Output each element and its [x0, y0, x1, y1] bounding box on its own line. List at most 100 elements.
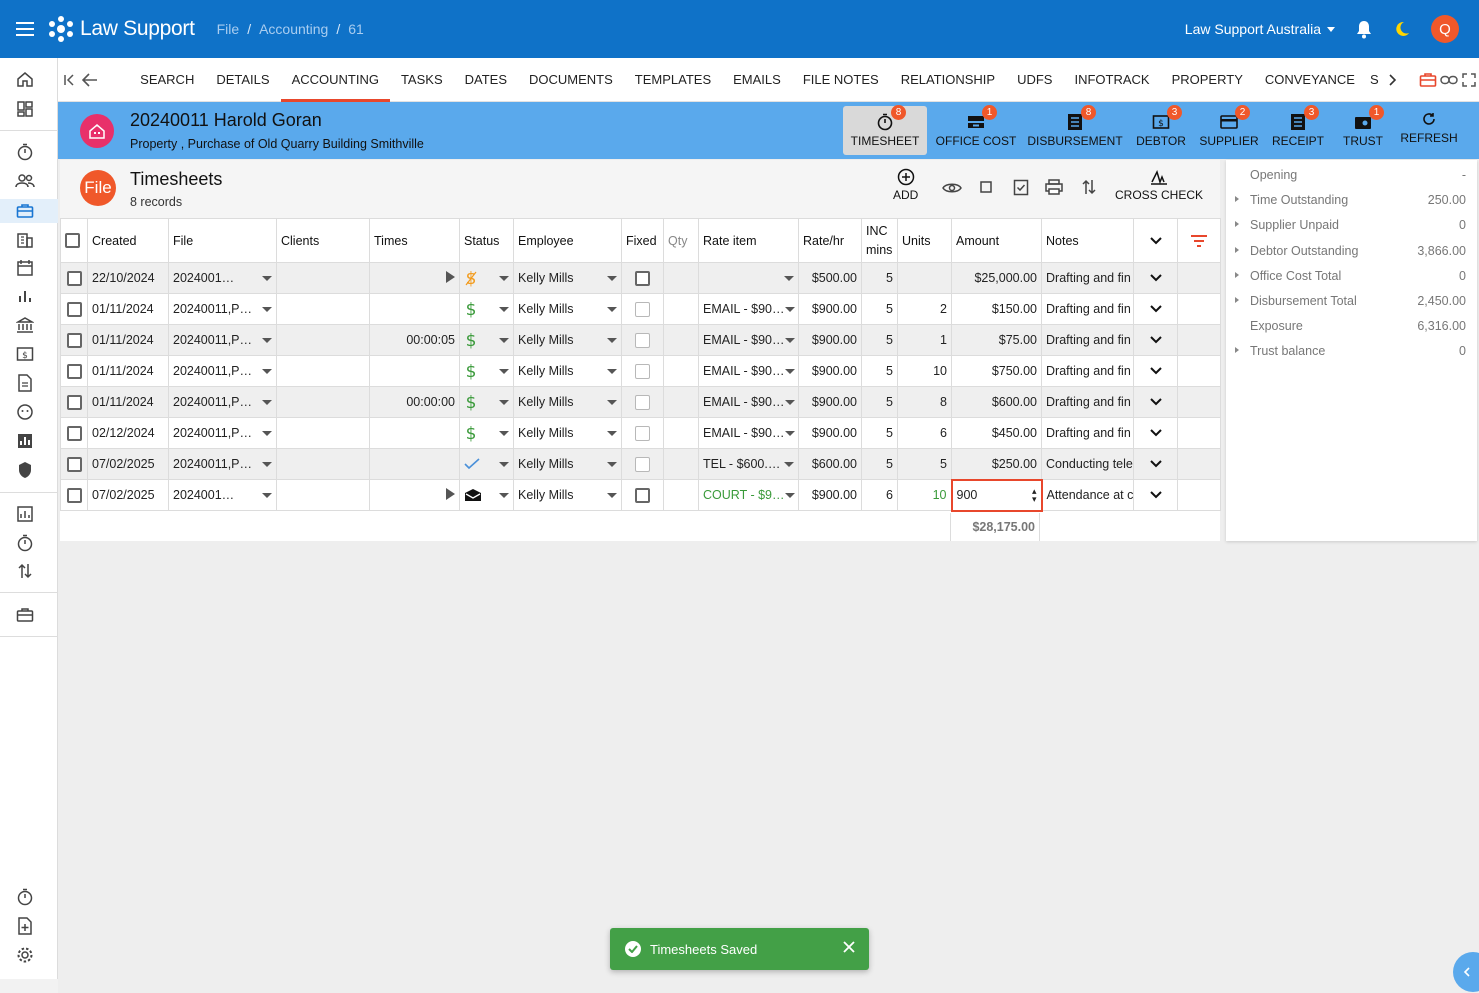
cell-inc-mins[interactable]: 5 — [861, 324, 898, 356]
toolbox-red-icon[interactable] — [1418, 58, 1438, 102]
eye-icon[interactable] — [942, 181, 962, 195]
dropdown-caret-icon[interactable] — [607, 492, 617, 498]
cell-rate-item[interactable]: EMAIL - $90… — [698, 355, 799, 387]
col-times[interactable]: Times — [369, 218, 460, 263]
cell-rate-hr[interactable]: $900.00 — [798, 324, 862, 356]
office-cost-button[interactable]: 1 OFFICE COST — [934, 105, 1018, 155]
cell-amount[interactable]: $750.00 — [951, 355, 1042, 387]
cell-times[interactable] — [369, 417, 460, 449]
cell-rate-hr[interactable]: $900.00 — [798, 479, 862, 511]
cell-times[interactable]: 00:00:05 — [369, 324, 460, 356]
dropdown-caret-icon[interactable] — [499, 430, 509, 436]
face-icon[interactable] — [15, 402, 35, 422]
dropdown-caret-icon[interactable] — [784, 337, 795, 343]
fixed-checkbox[interactable] — [621, 324, 664, 356]
cell-inc-mins[interactable]: 5 — [861, 448, 898, 480]
cell-status[interactable]: $ — [459, 355, 514, 387]
dropdown-caret-icon[interactable] — [499, 275, 509, 281]
cell-units[interactable]: 10 — [897, 479, 952, 511]
cell-qty[interactable] — [663, 386, 699, 418]
briefcase-icon[interactable] — [15, 201, 35, 221]
bar-chart-icon[interactable] — [15, 286, 35, 306]
cell-rate-hr[interactable]: $900.00 — [798, 293, 862, 325]
cell-times[interactable] — [369, 262, 460, 294]
fixed-checkbox[interactable] — [621, 448, 664, 480]
cell-employee[interactable]: Kelly Mills — [513, 417, 622, 449]
row-checkbox[interactable] — [60, 479, 88, 511]
cell-status[interactable]: $ — [459, 417, 514, 449]
menu-icon[interactable] — [0, 0, 50, 58]
tab-accounting[interactable]: ACCOUNTING — [280, 58, 391, 102]
cell-rate-item[interactable]: EMAIL - $90… — [698, 293, 799, 325]
cell-rate-item[interactable]: COURT - $9… — [698, 479, 799, 511]
tab-details[interactable]: DETAILS — [205, 58, 280, 102]
col-status[interactable]: Status — [459, 218, 514, 263]
cell-created[interactable]: 07/02/2025 — [87, 479, 169, 511]
cell-amount[interactable]: $600.00 — [951, 386, 1042, 418]
link-icon[interactable] — [1439, 58, 1459, 102]
cell-units[interactable]: 6 — [897, 417, 952, 449]
row-checkbox[interactable] — [60, 386, 88, 418]
dark-mode-moon-icon[interactable] — [1393, 20, 1411, 38]
tabs-scroll-right-icon[interactable] — [1383, 58, 1403, 102]
app-logo[interactable]: Law Support — [46, 14, 195, 44]
cell-status[interactable]: $ — [459, 386, 514, 418]
cell-created[interactable]: 07/02/2025 — [87, 448, 169, 480]
dropdown-caret-icon[interactable] — [262, 492, 272, 498]
cell-clients[interactable] — [276, 417, 370, 449]
transfer-icon[interactable] — [15, 561, 35, 581]
cell-qty[interactable] — [663, 324, 699, 356]
cell-qty[interactable] — [663, 448, 699, 480]
tab-dates[interactable]: DATES — [454, 58, 518, 102]
col-fixed[interactable]: Fixed — [621, 218, 664, 263]
document-icon[interactable] — [15, 373, 35, 393]
cell-qty[interactable] — [663, 262, 699, 294]
dropdown-caret-icon[interactable] — [607, 430, 617, 436]
dropdown-caret-icon[interactable] — [607, 337, 617, 343]
col-clients[interactable]: Clients — [276, 218, 370, 263]
cell-rate-item[interactable]: TEL - $600.… — [698, 448, 799, 480]
fixed-checkbox[interactable] — [621, 262, 664, 294]
timer-icon[interactable] — [15, 533, 35, 553]
amount-input[interactable]: 900 ▴ ▾ — [950, 478, 1043, 512]
summary-row[interactable]: Disbursement Total 2,450.00 — [1226, 289, 1477, 314]
table-row[interactable]: 01/11/2024 20240011,P… $ Kelly Mills EMAIL -… — [60, 355, 1221, 387]
expand-triangle-icon[interactable] — [1235, 196, 1239, 203]
row-expand-chevron-icon[interactable] — [1133, 448, 1178, 480]
user-avatar[interactable]: Q — [1431, 15, 1459, 43]
cell-status[interactable]: $ — [459, 262, 514, 294]
cell-amount[interactable]: $450.00 — [951, 417, 1042, 449]
dropdown-caret-icon[interactable] — [784, 492, 795, 498]
cell-units[interactable]: 8 — [897, 386, 952, 418]
table-row[interactable]: 01/11/2024 20240011,P… 00:00:00 $ Kelly Mill… — [60, 386, 1221, 418]
cell-units[interactable]: 5 — [897, 448, 952, 480]
cell-inc-mins[interactable]: 5 — [861, 355, 898, 387]
cell-rate-hr[interactable]: $500.00 — [798, 262, 862, 294]
cell-created[interactable]: 01/11/2024 — [87, 386, 169, 418]
row-expand-chevron-icon[interactable] — [1133, 355, 1178, 387]
col-employee[interactable]: Employee — [513, 218, 622, 263]
cell-units[interactable]: 1 — [897, 324, 952, 356]
cell-file[interactable]: 20240011,P… — [168, 417, 277, 449]
expand-triangle-icon[interactable] — [1235, 246, 1239, 253]
cell-units[interactable]: 10 — [897, 355, 952, 387]
cell-employee[interactable]: Kelly Mills — [513, 262, 622, 294]
fixed-checkbox[interactable] — [621, 479, 664, 511]
row-expand-chevron-icon[interactable] — [1133, 324, 1178, 356]
fixed-checkbox[interactable] — [621, 293, 664, 325]
tab-conveyance[interactable]: CONVEYANCE — [1254, 58, 1366, 102]
dropdown-caret-icon[interactable] — [607, 306, 617, 312]
dropdown-caret-icon[interactable] — [262, 461, 272, 467]
col-rate-hr[interactable]: Rate/hr — [798, 218, 862, 263]
clipboard-check-icon[interactable] — [1013, 178, 1029, 196]
cell-qty[interactable] — [663, 355, 699, 387]
dropdown-caret-icon[interactable] — [607, 461, 617, 467]
cell-times[interactable] — [369, 448, 460, 480]
dropdown-caret-icon[interactable] — [784, 368, 795, 374]
cell-file[interactable]: 20240011,P… — [168, 324, 277, 356]
cell-clients[interactable] — [276, 448, 370, 480]
debtor-button[interactable]: $3 DEBTOR — [1132, 105, 1190, 155]
cell-amount[interactable]: $25,000.00 — [951, 262, 1042, 294]
tab-more[interactable]: S — [1366, 58, 1383, 102]
trust-button[interactable]: 1 TRUST — [1338, 105, 1388, 155]
